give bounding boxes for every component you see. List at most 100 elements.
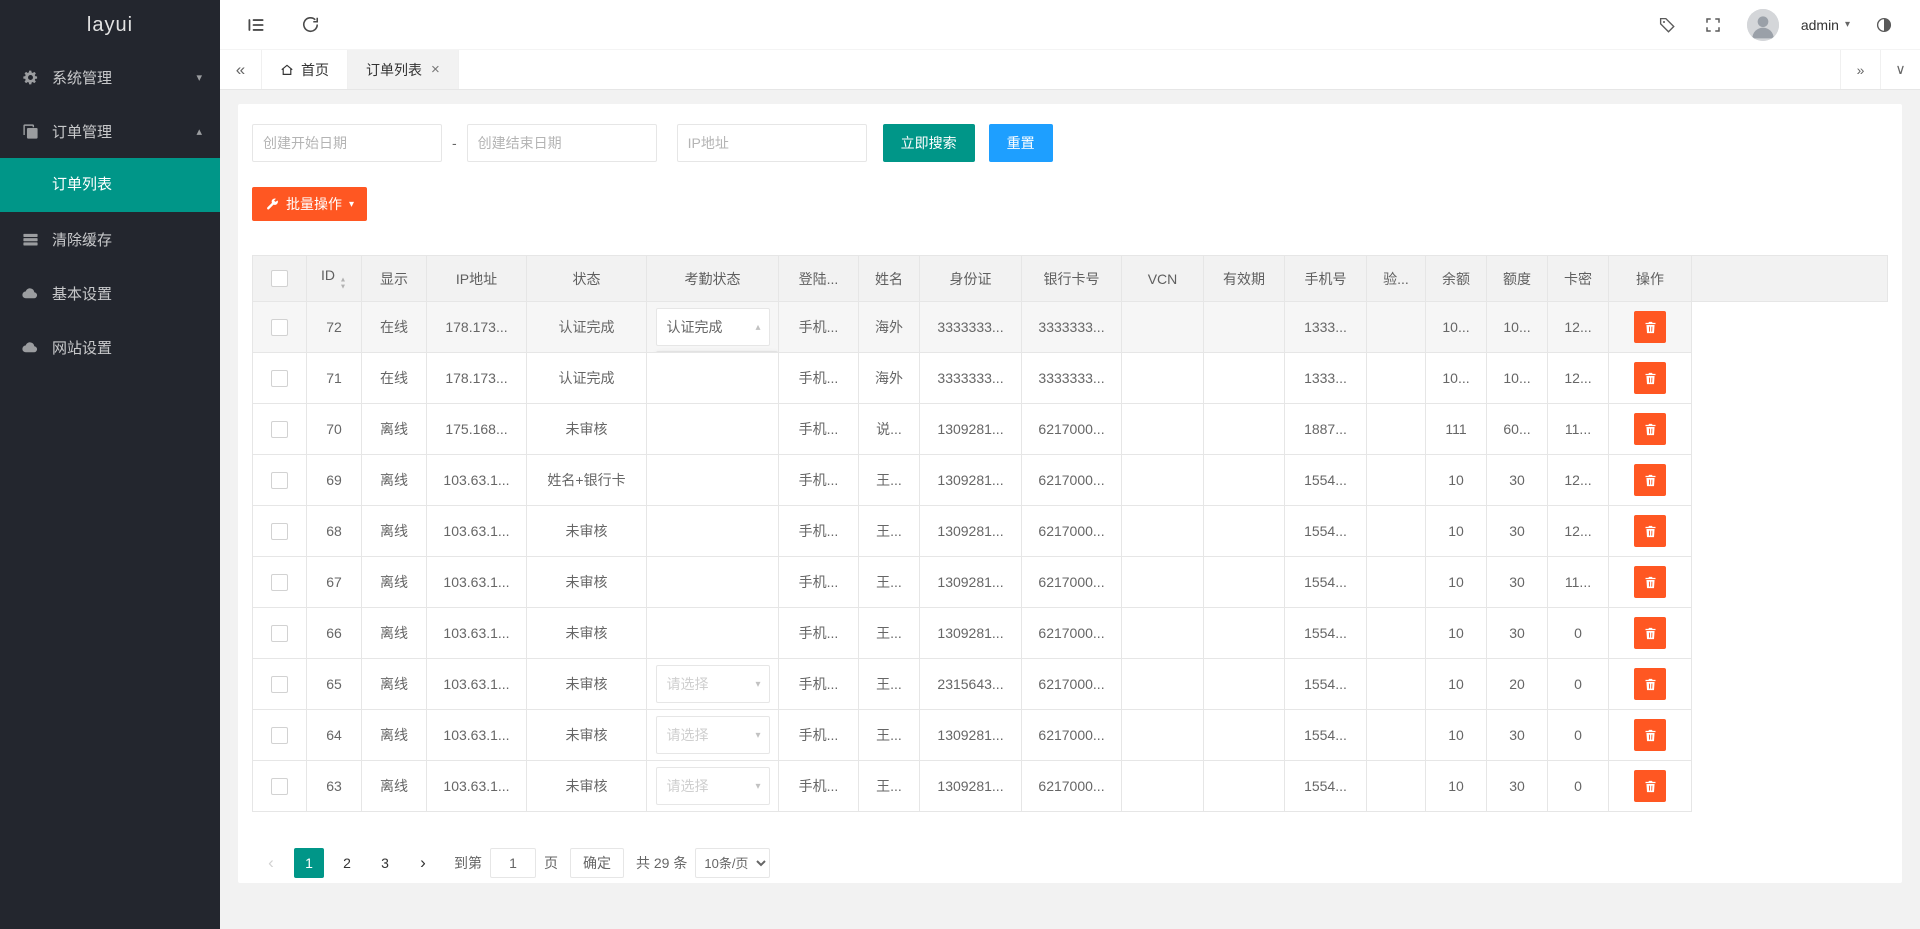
- cell-display: 离线: [362, 659, 427, 710]
- column-header-id[interactable]: ID ▲▼: [307, 256, 362, 302]
- start-date-input[interactable]: [252, 124, 442, 162]
- fullscreen-icon[interactable]: [1701, 13, 1725, 37]
- cell-display: 离线: [362, 557, 427, 608]
- app-logo: layui: [0, 0, 220, 50]
- sidebar-item-basic-settings[interactable]: 基本设置: [0, 266, 220, 320]
- avatar[interactable]: [1747, 9, 1779, 41]
- cell-balance: 10: [1426, 608, 1487, 659]
- delete-button[interactable]: [1634, 566, 1666, 598]
- delete-button[interactable]: [1634, 719, 1666, 751]
- row-checkbox[interactable]: [271, 676, 288, 693]
- select-all-checkbox[interactable]: [271, 270, 288, 287]
- chevron-down-icon: ▾: [755, 679, 760, 690]
- tabs-menu-icon[interactable]: ∨: [1880, 50, 1920, 89]
- column-label: ID: [321, 267, 335, 283]
- attendance-select[interactable]: 请选择▾: [656, 665, 770, 703]
- cell-name: 王...: [859, 608, 920, 659]
- chevron-down-icon: ▾: [349, 199, 354, 210]
- cell-bank: 3333333...: [1022, 302, 1122, 353]
- delete-button[interactable]: [1634, 668, 1666, 700]
- tabs-scroll-right-icon[interactable]: »: [1840, 50, 1880, 89]
- page-button[interactable]: 3: [370, 848, 400, 878]
- page-jump-input[interactable]: [490, 848, 536, 878]
- delete-button[interactable]: [1634, 770, 1666, 802]
- delete-button[interactable]: [1634, 617, 1666, 649]
- delete-button[interactable]: [1634, 362, 1666, 394]
- page-next-button[interactable]: ›: [408, 848, 438, 878]
- row-checkbox[interactable]: [271, 370, 288, 387]
- cell-status: 未审核: [527, 506, 647, 557]
- per-page-select[interactable]: 10条/页: [695, 848, 770, 878]
- cell-quota: 30: [1487, 557, 1548, 608]
- select-all-header: [253, 256, 307, 302]
- attendance-select[interactable]: 请选择▾: [656, 767, 770, 805]
- cell-validity: [1204, 761, 1285, 812]
- username: admin: [1801, 17, 1839, 33]
- refresh-icon[interactable]: [298, 13, 322, 37]
- cell-validity: [1204, 404, 1285, 455]
- cell-balance: 10: [1426, 506, 1487, 557]
- cell-vcn: [1122, 659, 1204, 710]
- cell-balance: 10: [1426, 710, 1487, 761]
- cell-status: 未审核: [527, 710, 647, 761]
- cell-ip: 103.63.1...: [427, 761, 527, 812]
- row-checkbox[interactable]: [271, 574, 288, 591]
- tabs-scroll-left-icon[interactable]: «: [220, 50, 262, 89]
- ip-address-input[interactable]: [677, 124, 867, 162]
- row-checkbox[interactable]: [271, 625, 288, 642]
- cell-login: 手机...: [779, 404, 859, 455]
- column-header-login: 登陆...: [779, 256, 859, 302]
- delete-button[interactable]: [1634, 464, 1666, 496]
- column-header-quota: 额度: [1487, 256, 1548, 302]
- close-icon[interactable]: ×: [431, 61, 440, 78]
- header-filler: [1692, 256, 1888, 302]
- theme-icon[interactable]: [1872, 13, 1896, 37]
- attendance-select[interactable]: 请选择▾: [656, 716, 770, 754]
- sidebar-item-site-settings[interactable]: 网站设置: [0, 320, 220, 374]
- search-button[interactable]: 立即搜索: [883, 124, 975, 162]
- collapse-menu-icon[interactable]: [244, 13, 268, 37]
- cell-display: 离线: [362, 404, 427, 455]
- cell-verify: [1367, 302, 1426, 353]
- cell-quota: 30: [1487, 506, 1548, 557]
- page-button[interactable]: 2: [332, 848, 362, 878]
- tab-home[interactable]: 首页: [262, 50, 348, 89]
- row-checkbox[interactable]: [271, 472, 288, 489]
- cell-name: 王...: [859, 761, 920, 812]
- row-checkbox[interactable]: [271, 727, 288, 744]
- row-checkbox[interactable]: [271, 421, 288, 438]
- tab-order-list[interactable]: 订单列表 ×: [348, 50, 459, 89]
- page-button[interactable]: 1: [294, 848, 324, 878]
- row-checkbox[interactable]: [271, 523, 288, 540]
- delete-button[interactable]: [1634, 311, 1666, 343]
- page-prev-button[interactable]: ‹: [256, 848, 286, 878]
- sidebar-item-label: 基本设置: [52, 283, 112, 304]
- cell-status: 未审核: [527, 404, 647, 455]
- cell-verify: [1367, 557, 1426, 608]
- sidebar-item-order-list[interactable]: 订单列表: [0, 158, 220, 212]
- column-label: 有效期: [1223, 271, 1265, 287]
- row-checkbox[interactable]: [271, 778, 288, 795]
- attendance-select[interactable]: 认证完成▴: [656, 308, 770, 346]
- cell-verify: [1367, 710, 1426, 761]
- tag-icon[interactable]: [1655, 13, 1679, 37]
- table-row: 69离线103.63.1...姓名+银行卡手机...王...1309281...…: [253, 455, 1888, 506]
- delete-button[interactable]: [1634, 515, 1666, 547]
- confirm-button[interactable]: 确定: [570, 848, 624, 878]
- end-date-input[interactable]: [467, 124, 657, 162]
- cell-vcn: [1122, 608, 1204, 659]
- cell-phone: 1554...: [1285, 557, 1367, 608]
- reset-button[interactable]: 重置: [989, 124, 1053, 162]
- sort-icon[interactable]: ▲▼: [339, 276, 347, 290]
- user-menu[interactable]: admin ▾: [1801, 17, 1850, 33]
- delete-button[interactable]: [1634, 413, 1666, 445]
- actions-cell: [1609, 506, 1692, 557]
- sidebar-item-cache[interactable]: 清除缓存: [0, 212, 220, 266]
- column-label: 操作: [1636, 271, 1664, 287]
- batch-actions-button[interactable]: 批量操作 ▾: [252, 187, 367, 221]
- sidebar-item-system[interactable]: 系统管理 ▾: [0, 50, 220, 104]
- sidebar-item-orders[interactable]: 订单管理 ▴: [0, 104, 220, 158]
- cell-bank: 6217000...: [1022, 506, 1122, 557]
- row-checkbox[interactable]: [271, 319, 288, 336]
- cell-bank: 6217000...: [1022, 761, 1122, 812]
